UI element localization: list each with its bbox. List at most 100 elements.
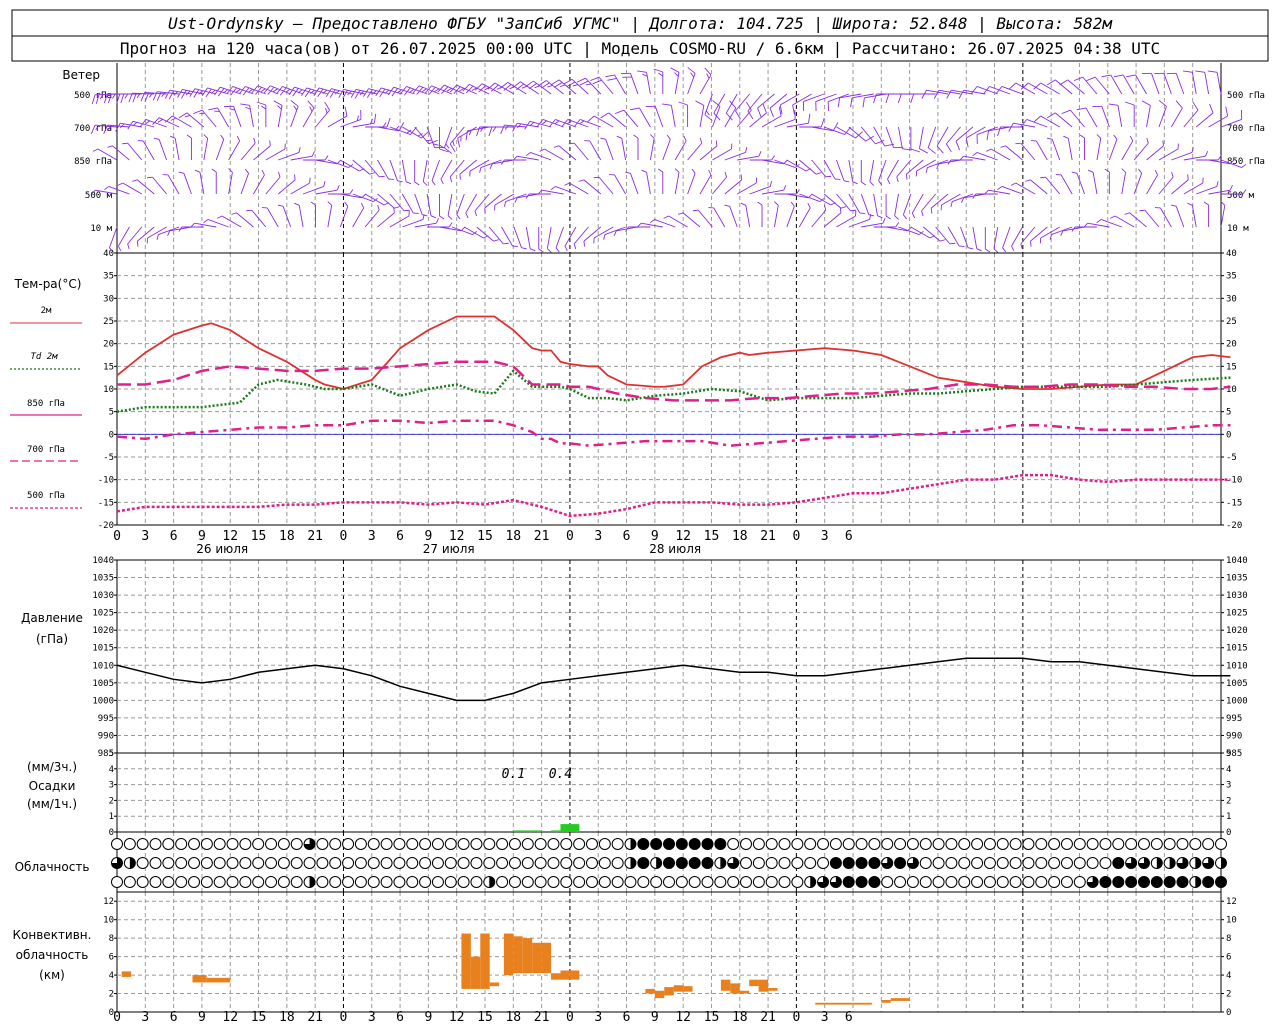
cloud-symbol	[149, 838, 162, 850]
wind-barb-flag	[1010, 182, 1017, 186]
wind-barb-flag	[186, 134, 192, 139]
cloud-symbol	[316, 857, 329, 869]
cloud-circle	[1060, 838, 1073, 850]
cloud-symbol	[1163, 838, 1176, 850]
wind-barb-flag	[919, 148, 929, 154]
wind-barb	[737, 151, 762, 161]
ytick-label-left-conv: 10	[103, 916, 114, 926]
cloud-circle	[868, 838, 881, 850]
wind-barb	[1170, 100, 1183, 128]
wind-barb	[935, 226, 956, 245]
cloud-symbol	[265, 838, 278, 850]
cloud-circle	[290, 857, 303, 869]
cloud-symbol	[1022, 857, 1035, 869]
hour-label: 0	[566, 529, 574, 544]
cloud-symbol	[431, 838, 444, 850]
wind-barb	[786, 113, 811, 128]
wind-barb-flag	[422, 214, 428, 217]
ytick-label-right-press: 1035	[1226, 574, 1248, 584]
wind-barb	[178, 226, 204, 232]
cloud-circle	[688, 876, 701, 888]
cloud-symbol	[277, 857, 290, 869]
wind-barb-staff	[431, 159, 440, 181]
cloud-symbol	[1099, 838, 1112, 850]
wind-barb-flag	[564, 182, 570, 186]
cloud-circle	[765, 876, 778, 888]
wind-barb-staff	[861, 222, 884, 228]
wind-barb-staff	[1191, 205, 1197, 228]
cloud-symbol	[521, 838, 534, 850]
wind-barb	[919, 126, 929, 154]
wind-barb-flag	[516, 83, 525, 91]
wind-barb-flag	[993, 248, 999, 253]
cloud-circle	[1137, 876, 1150, 888]
cloud-symbol	[367, 876, 380, 888]
cloud-symbol	[650, 876, 663, 888]
hour-label: 18	[732, 529, 748, 544]
cloud-circle	[534, 838, 547, 850]
wind-barb	[1073, 76, 1098, 95]
cloud-circle	[817, 857, 830, 869]
wind-barb-flag	[600, 137, 606, 140]
wind-barb-flag	[600, 112, 609, 119]
cloud-circle	[419, 857, 432, 869]
ytick-label-left-press: 1000	[92, 696, 114, 706]
wind-barb-flag	[1011, 245, 1015, 252]
wind-barb-flag	[861, 181, 867, 186]
cloud-symbol	[1125, 838, 1138, 850]
wind-barb-flag	[972, 152, 978, 157]
cloud-circle	[650, 876, 663, 888]
wind-barb-flag	[862, 97, 865, 108]
cloud-symbol	[701, 838, 714, 850]
wind-barb-flag	[1104, 168, 1110, 173]
cloud-circle	[136, 838, 149, 850]
cloud-symbol	[354, 876, 367, 888]
wind-barb-staff	[583, 179, 602, 195]
ytick-label-right-temp: -15	[1226, 498, 1242, 508]
cloud-symbol	[303, 857, 316, 869]
wind-barb	[431, 159, 440, 186]
cloud-symbol	[663, 876, 675, 888]
wind-barb	[593, 226, 614, 244]
ytick-label-left-temp: -20	[98, 521, 114, 531]
cloud-circle	[688, 838, 701, 850]
wind-barb-staff	[811, 159, 827, 178]
wind-barb	[708, 207, 726, 228]
ytick-label-left-conv: 4	[109, 971, 114, 981]
wind-barb-flag	[445, 143, 450, 149]
cloud-circle	[470, 876, 483, 888]
cloud-circle	[444, 876, 457, 888]
hour-label: 15	[251, 529, 267, 544]
cloud-circle	[496, 838, 509, 850]
cloud-symbol	[932, 857, 945, 869]
wind-barb-staff	[963, 89, 986, 95]
wind-barb-flag	[521, 247, 527, 250]
cloud-symbol	[1150, 876, 1163, 888]
wind-barb-flag	[1113, 134, 1118, 140]
wind-barb-flag	[792, 104, 795, 115]
wind-barb	[1096, 134, 1102, 161]
wind-barb-flag	[910, 148, 921, 153]
wind-barb-staff	[649, 138, 655, 161]
conv-cloud-bar	[664, 987, 674, 996]
wind-barb-staff	[1159, 207, 1172, 228]
wind-barb	[1183, 151, 1209, 161]
cloud-fill	[1156, 857, 1163, 869]
cloud-symbol	[175, 857, 188, 869]
cloud-circle	[842, 838, 855, 850]
cloud-symbol	[188, 876, 201, 888]
wind-barb-staff	[290, 155, 313, 161]
wind-barb	[661, 103, 676, 128]
ytick-label-right-temp: 15	[1226, 362, 1237, 372]
cloud-circle	[213, 857, 226, 869]
cloud-circle	[1009, 857, 1022, 869]
conv-cloud-bar	[673, 985, 684, 992]
conv-cloud-bar	[532, 942, 542, 974]
wind-barb	[848, 214, 872, 228]
wind-barb-flag	[325, 107, 328, 114]
cloud-circle	[829, 857, 842, 869]
wind-barb	[1207, 70, 1222, 95]
wind-barb	[479, 159, 502, 173]
wind-barb-flag	[211, 168, 217, 173]
wind-barb-staff	[697, 209, 713, 228]
